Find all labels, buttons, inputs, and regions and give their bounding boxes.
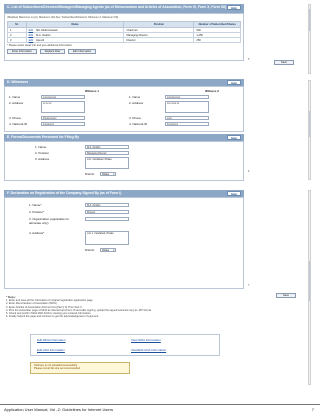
edit-moa-link[interactable]: Edit MOA Information xyxy=(37,338,66,342)
step-item-6: 6. Finally Submit the page and continue … xyxy=(6,315,100,319)
footer-text: Application User Manual, Vol -2: Guideli… xyxy=(4,407,113,412)
declaration-section-header: F. Declaration on Registration of the Co… xyxy=(4,190,244,197)
step-number-5: 5 xyxy=(248,58,250,61)
presenter-section: E. Forms/Documents Presented for Filing … xyxy=(4,134,244,181)
presenter-position-field[interactable]: Managing Director xyxy=(85,151,129,155)
declarant-name-field[interactable]: M.A. Ibrahim xyxy=(85,203,129,207)
subscribers-panel: (Shadow) Maximum no.(2), Maximum (No:Su)… xyxy=(4,13,244,61)
table-row[interactable]: 3 Edit Asa Ali Director 250 xyxy=(7,37,241,44)
scrollbar-thumb[interactable] xyxy=(309,111,310,137)
presenter-address-field[interactable]: xx/x, Faridabad, Dhaka xyxy=(85,157,129,169)
witness-2-nid-label: 4. National ID xyxy=(129,122,148,126)
declaration-section: F. Declaration on Registration of the Co… xyxy=(4,190,244,289)
subscribers-help-button[interactable]: Help xyxy=(226,5,241,10)
subscribers-button-row: Enter Information Replace Row Edit Infor… xyxy=(7,49,241,55)
upload-status-line-2: Please recruit file size as recommended xyxy=(34,367,80,371)
edit-aoa-link[interactable]: Edit AOA Information xyxy=(37,348,65,352)
witness-1-nid-field[interactable]: 1xxxxxxxx xyxy=(41,122,85,126)
declarant-position-label: 2. Position* xyxy=(29,210,45,214)
declarant-district-label: District xyxy=(85,248,95,252)
row-name-text: M.A. Ibrahim xyxy=(36,33,51,37)
presenter-name-label: 1. Name xyxy=(35,145,47,149)
declarant-address-field[interactable]: xx/x,x, Faridabad, Dhaka xyxy=(85,231,129,245)
declarant-organization-label: 3. Organization (applicable for advocate… xyxy=(29,217,70,225)
witness-2-name-label: 1. Name xyxy=(129,95,141,99)
scrollbar-thumb[interactable] xyxy=(309,9,310,31)
declaration-help-button[interactable]: Help xyxy=(226,191,241,196)
witness-1-address-field[interactable]: xx xx,xx xyxy=(41,101,85,113)
scrollbar-middle[interactable] xyxy=(308,80,311,180)
replace-row-button[interactable]: Replace Row xyxy=(39,49,66,55)
presenter-position-label: 2. Position xyxy=(35,151,50,155)
save-button-bottom[interactable]: Save xyxy=(276,293,296,298)
witnesses-help-button[interactable]: Help xyxy=(226,80,241,85)
view-moa-link[interactable]: View MOA Information xyxy=(131,338,161,342)
witness-2-title: Witness 2 xyxy=(205,89,219,93)
scrollbar-top[interactable] xyxy=(308,4,311,74)
presenter-section-header: E. Forms/Documents Presented for Filing … xyxy=(4,134,244,141)
presenter-address-label: 3. Address xyxy=(35,157,50,161)
subscribers-section-title: C- List of Subscribers/Directors/Manager… xyxy=(7,5,227,9)
row-name: Edit Asa Ali xyxy=(25,37,125,44)
presenter-help-button[interactable]: Help xyxy=(226,135,241,140)
scrollbar-bottom[interactable] xyxy=(308,190,311,385)
presenter-district-select[interactable]: Dhaka xyxy=(100,172,116,176)
witness-1-phone-field[interactable]: 01xxxxxxxxx xyxy=(41,116,85,120)
view-aoa-link[interactable]: View/Edit AOA Information xyxy=(131,348,166,352)
witness-2-address-field[interactable]: xxx xxxx,xx xyxy=(165,101,209,113)
row-edit-link[interactable]: Edit xyxy=(29,34,33,37)
witnesses-panel: Witness 1 Witness 2 1. Name xxxxxxxxxxx … xyxy=(4,86,244,132)
subscribers-section: C- List of Subscribers/Directors/Manager… xyxy=(4,4,244,61)
witness-2-phone-field[interactable]: xxxx xyxy=(165,116,209,120)
page-number: 7 xyxy=(311,407,314,412)
declaration-panel: 1. Name* M.A. Ibrahim 2. Position* Direc… xyxy=(4,197,244,289)
row-position: Director xyxy=(123,37,195,44)
witness-1-name-field[interactable]: xxxxxxxxxxx xyxy=(41,95,85,99)
row-name-text: Asa Ali xyxy=(36,38,45,42)
subscribers-section-header: C- List of Subscribers/Directors/Manager… xyxy=(4,4,244,13)
witness-1-phone-label: 3. Phone xyxy=(9,116,22,120)
page-footer: Application User Manual, Vol -2: Guideli… xyxy=(0,404,320,414)
step-number-7: 7 xyxy=(248,284,250,287)
witnesses-section-title: D. Witnesses xyxy=(7,80,29,84)
presenter-name-field[interactable]: M.A. Ibrahim xyxy=(85,145,129,149)
enter-information-button[interactable]: Enter Information xyxy=(7,49,37,55)
steps-list: * Steps: 1. Enter and save all the infor… xyxy=(6,296,242,318)
row-name-text: Md. Abdul Hossain xyxy=(36,28,58,32)
witness-2-address-label: 2. Address xyxy=(129,101,144,105)
save-button-top[interactable]: Save xyxy=(274,60,294,65)
declarant-name-label: 1. Name* xyxy=(29,203,42,207)
row-edit-link[interactable]: Edit xyxy=(29,29,33,32)
presenter-panel: 1. Name M.A. Ibrahim 2. Position Managin… xyxy=(4,141,244,181)
declarant-district-select[interactable]: Dhaka xyxy=(100,248,116,252)
declaration-section-title: F. Declaration on Registration of the Co… xyxy=(7,191,122,195)
row-shares: 250 xyxy=(193,37,241,44)
row-sl: 3 xyxy=(7,37,27,44)
witness-1-name-label: 1. Name xyxy=(9,95,21,99)
step-number-6: 6 xyxy=(248,170,250,173)
witness-1-nid-label: 4. National ID xyxy=(9,122,28,126)
presenter-district-label: District xyxy=(85,172,95,176)
declarant-address-label: 4. Address* xyxy=(29,231,45,235)
row-edit-link[interactable]: Edit xyxy=(29,39,33,42)
witnesses-section-header: D. Witnesses Help xyxy=(4,79,244,86)
moa-aoa-links-panel: Edit MOA Information View MOA Informatio… xyxy=(30,334,220,356)
witness-2-phone-label: 3. Phone xyxy=(129,116,142,120)
presenter-section-title: E. Forms/Documents Presented for Filing … xyxy=(7,135,79,139)
declarant-organization-field[interactable] xyxy=(85,217,129,221)
subscribers-footnote: * Please select Head info and give addit… xyxy=(7,44,72,48)
upload-status-box: Softcopy is not uploaded successfully. P… xyxy=(30,362,130,374)
declarant-position-field[interactable]: Director xyxy=(85,210,129,214)
scrollbar-thumb[interactable] xyxy=(309,261,310,301)
witness-2-nid-field[interactable]: 1xxxxxxxx xyxy=(165,122,209,126)
subscribers-limit-note: (Shadow) Maximum no.(2), Maximum (No:Su)… xyxy=(7,16,119,19)
witness-1-title: Witness 1 xyxy=(85,89,99,93)
edit-information-button[interactable]: Edit Information xyxy=(68,49,97,55)
witnesses-section: D. Witnesses Help Witness 1 Witness 2 1.… xyxy=(4,79,244,132)
witness-2-name-field[interactable]: xxxxxxxxxxx xyxy=(165,95,209,99)
witness-1-address-label: 2. Address xyxy=(9,101,24,105)
subscribers-table: SL Name Position Number of Subscribed Sh… xyxy=(7,21,241,44)
